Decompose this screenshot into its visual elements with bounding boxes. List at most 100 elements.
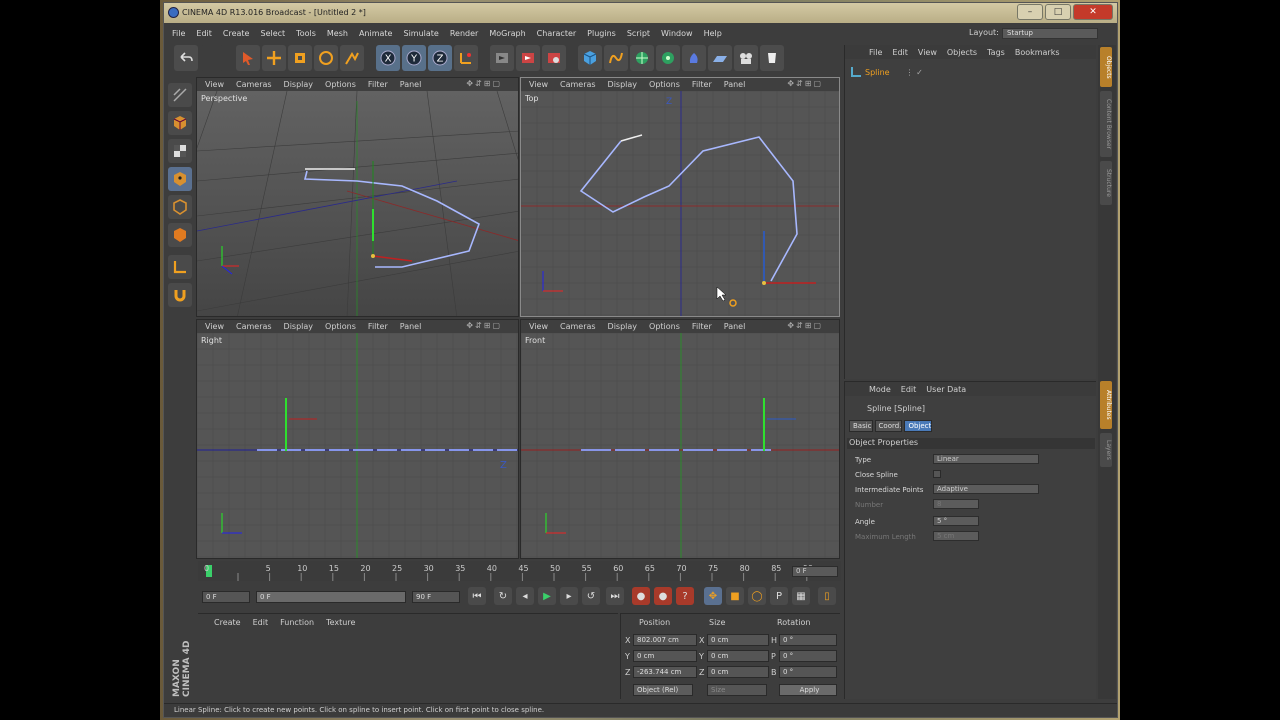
viewport-nav-icons[interactable]: ✥⇵⊞▢: [466, 321, 502, 330]
texture-mode-icon[interactable]: [168, 139, 192, 163]
mat-menu-function[interactable]: Function: [280, 618, 314, 627]
side-tab-objects[interactable]: Objects: [1100, 47, 1112, 87]
tab-object[interactable]: Object: [904, 420, 933, 432]
type-select[interactable]: Linear: [933, 454, 1039, 464]
viewport-perspective[interactable]: View Cameras Display Options Filter Pane…: [196, 77, 519, 317]
size-z-field[interactable]: 0 cm: [707, 666, 769, 678]
side-tab-structure[interactable]: Structure: [1100, 161, 1112, 205]
menu-script[interactable]: Script: [627, 29, 650, 38]
vp-menu-view[interactable]: View: [205, 80, 224, 89]
coordinate-system-icon[interactable]: [454, 45, 478, 71]
undo-icon[interactable]: [174, 45, 198, 71]
mat-menu-texture[interactable]: Texture: [326, 618, 355, 627]
vp-menu-filter[interactable]: Filter: [692, 80, 712, 89]
obj-menu-tags[interactable]: Tags: [987, 48, 1005, 57]
array-icon[interactable]: [656, 45, 680, 71]
menu-mesh[interactable]: Mesh: [327, 29, 348, 38]
z-axis-icon[interactable]: Z: [428, 45, 452, 71]
keyframe-selection-button[interactable]: ?: [676, 587, 694, 605]
menu-plugins[interactable]: Plugins: [587, 29, 616, 38]
vp-menu-view[interactable]: View: [529, 322, 548, 331]
obj-menu-objects[interactable]: Objects: [947, 48, 977, 57]
record-active-button[interactable]: ●: [632, 587, 650, 605]
maximize-button[interactable]: □: [1045, 4, 1071, 20]
snap-icon[interactable]: [168, 283, 192, 307]
autokey-button[interactable]: ●: [654, 587, 672, 605]
vp-menu-view[interactable]: View: [529, 80, 548, 89]
vp-menu-cameras[interactable]: Cameras: [236, 322, 272, 331]
record-parameter-button[interactable]: P: [770, 587, 788, 605]
viewport-nav-icons[interactable]: ✥⇵⊞▢: [787, 79, 823, 88]
menu-create[interactable]: Create: [223, 29, 250, 38]
axis-mode-icon[interactable]: [168, 255, 192, 279]
size-y-field[interactable]: 0 cm: [707, 650, 769, 662]
vp-menu-options[interactable]: Options: [325, 322, 356, 331]
obj-menu-bookmarks[interactable]: Bookmarks: [1015, 48, 1060, 57]
minimize-button[interactable]: –: [1017, 4, 1043, 20]
render-picture-viewer-icon[interactable]: [516, 45, 540, 71]
prev-frame-button[interactable]: ◂: [516, 587, 534, 605]
timeline-ruler[interactable]: 051015202530354045505560657075808590: [198, 561, 841, 581]
vp-menu-filter[interactable]: Filter: [368, 80, 388, 89]
coord-mode-select[interactable]: Object (Rel): [633, 684, 693, 696]
start-frame-field[interactable]: 0 F: [202, 591, 250, 603]
go-to-start-button[interactable]: ⏮: [468, 587, 486, 605]
object-row-spline[interactable]: Spline ⋮ ✓: [851, 67, 923, 77]
size-mode-select[interactable]: Size: [707, 684, 767, 696]
position-x-field[interactable]: 802.007 cm: [633, 634, 697, 646]
obj-menu-view[interactable]: View: [918, 48, 937, 57]
menu-window[interactable]: Window: [661, 29, 693, 38]
mat-menu-edit[interactable]: Edit: [253, 618, 269, 627]
menu-animate[interactable]: Animate: [359, 29, 393, 38]
rotation-p-field[interactable]: 0 °: [779, 650, 837, 662]
vp-menu-panel[interactable]: Panel: [724, 80, 746, 89]
live-select-icon[interactable]: [236, 45, 260, 71]
close-button[interactable]: ✕: [1073, 4, 1113, 20]
size-x-field[interactable]: 0 cm: [707, 634, 769, 646]
apply-button[interactable]: Apply: [779, 684, 837, 696]
end-frame-field[interactable]: 90 F: [412, 591, 460, 603]
menu-render[interactable]: Render: [450, 29, 478, 38]
vp-menu-display[interactable]: Display: [608, 80, 638, 89]
rotation-h-field[interactable]: 0 °: [779, 634, 837, 646]
vp-menu-display[interactable]: Display: [608, 322, 638, 331]
edges-mode-icon[interactable]: [168, 195, 192, 219]
make-editable-icon[interactable]: [168, 83, 192, 107]
next-frame-button[interactable]: ▸: [560, 587, 578, 605]
tab-basic[interactable]: Basic: [849, 420, 873, 432]
viewport-top[interactable]: View Cameras Display Options Filter Pane…: [520, 77, 840, 317]
menu-character[interactable]: Character: [537, 29, 577, 38]
attr-menu-edit[interactable]: Edit: [901, 385, 917, 394]
vp-menu-panel[interactable]: Panel: [400, 80, 422, 89]
vp-menu-options[interactable]: Options: [649, 80, 680, 89]
viewport-front[interactable]: View Cameras Display Options Filter Pane…: [520, 319, 840, 559]
attr-menu-user-data[interactable]: User Data: [926, 385, 966, 394]
record-pla-button[interactable]: ▦: [792, 587, 810, 605]
angle-field[interactable]: 5 °: [933, 516, 979, 526]
position-y-field[interactable]: 0 cm: [633, 650, 697, 662]
timeline-scheme-button[interactable]: ▯: [818, 587, 836, 605]
obj-menu-edit[interactable]: Edit: [892, 48, 908, 57]
record-position-button[interactable]: ✥: [704, 587, 722, 605]
range-slider[interactable]: 0 F: [256, 591, 406, 603]
menu-file[interactable]: File: [172, 29, 185, 38]
intermediate-points-select[interactable]: Adaptive: [933, 484, 1039, 494]
go-to-end-button[interactable]: ⏭: [606, 587, 624, 605]
polygons-mode-icon[interactable]: [168, 223, 192, 247]
vp-menu-panel[interactable]: Panel: [724, 322, 746, 331]
spline-pen-icon[interactable]: [604, 45, 628, 71]
record-scale-button[interactable]: ■: [726, 587, 744, 605]
side-tab-attributes[interactable]: Attributes: [1100, 381, 1112, 429]
side-tab-content-browser[interactable]: Content Browser: [1100, 91, 1112, 157]
cube-icon[interactable]: [578, 45, 602, 71]
viewport-nav-icons[interactable]: ✥⇵⊞▢: [787, 321, 823, 330]
subdivision-icon[interactable]: [630, 45, 654, 71]
menu-select[interactable]: Select: [260, 29, 285, 38]
menu-tools[interactable]: Tools: [296, 29, 316, 38]
menu-help[interactable]: Help: [704, 29, 722, 38]
mat-menu-create[interactable]: Create: [214, 618, 241, 627]
vp-menu-display[interactable]: Display: [284, 322, 314, 331]
points-mode-icon[interactable]: [168, 167, 192, 191]
vp-menu-view[interactable]: View: [205, 322, 224, 331]
menu-edit[interactable]: Edit: [196, 29, 212, 38]
